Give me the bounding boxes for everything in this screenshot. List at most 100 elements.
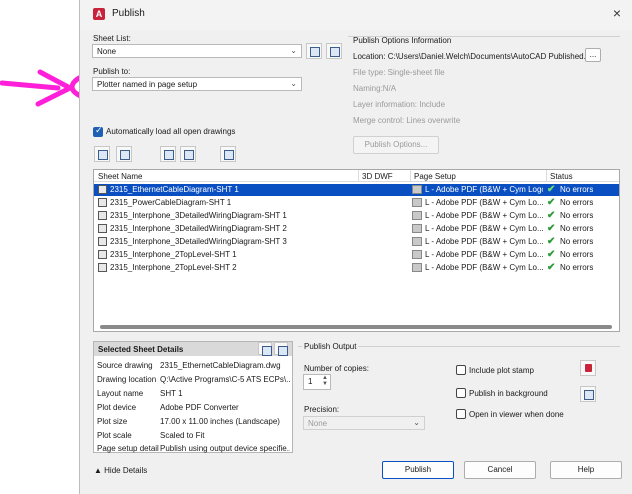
auto-load-checkbox[interactable] (93, 125, 103, 137)
move-sheet-up-icon[interactable] (160, 146, 176, 162)
detail-label: Layout name (97, 389, 144, 398)
naming-text: Naming:N/A (353, 84, 397, 93)
sheet-name-cell: 2315_Interphone_2TopLevel-SHT 1 (110, 250, 237, 259)
include-plot-stamp-checkbox[interactable] (456, 365, 466, 375)
detail-label: Plot scale (97, 431, 132, 440)
sheet-list-select[interactable]: None ⌄ (92, 44, 302, 58)
title-bar: A Publish × (80, 0, 632, 30)
page-setup-cell[interactable]: L - Adobe PDF (B&W + Cym Logo (425, 185, 543, 194)
hide-details-toggle[interactable]: ▲ Hide Details (94, 466, 147, 475)
printer-icon (412, 224, 422, 233)
selected-sheet-details: Selected Sheet Details Source drawing 23… (93, 341, 293, 453)
autocad-app-icon: A (93, 8, 105, 20)
detail-value: Adobe PDF Converter (160, 403, 239, 412)
status-cell: No errors (560, 185, 594, 194)
col-status[interactable]: Status (550, 172, 573, 181)
printer-icon (412, 237, 422, 246)
layer-information-text: Layer information: Include (353, 100, 446, 109)
sheet-icon (98, 263, 107, 272)
precision-label: Precision: (304, 405, 340, 414)
sheets-table: Sheet Name 3D DWF Page Setup Status 2315… (93, 169, 620, 332)
publish-to-label: Publish to: (93, 67, 131, 76)
printer-icon (412, 185, 422, 194)
file-type-text: File type: Single-sheet file (353, 68, 445, 77)
load-sheet-list-icon[interactable] (306, 43, 322, 59)
details-expand-icon[interactable] (274, 342, 288, 356)
copies-spinner[interactable]: 1 ▲ ▼ (303, 374, 331, 390)
column-divider (410, 170, 411, 182)
close-icon[interactable]: × (613, 5, 621, 21)
copies-label: Number of copies: (304, 364, 369, 373)
remove-sheets-icon[interactable] (116, 146, 132, 162)
chevron-down-icon: ⌄ (290, 79, 297, 88)
sheet-list-value: None (97, 47, 117, 56)
sheet-name-cell: 2315_Interphone_3DetailedWiringDiagram-S… (110, 237, 287, 246)
detail-value: Scaled to Fit (160, 431, 205, 440)
page-setup-cell[interactable]: L - Adobe PDF (B&W + Cym Lo... (425, 250, 543, 259)
page-setup-cell[interactable]: L - Adobe PDF (B&W + Cym Lo... (425, 211, 543, 220)
status-cell: No errors (560, 211, 594, 220)
column-divider (358, 170, 359, 182)
page-setup-cell[interactable]: L - Adobe PDF (B&W + Cym Lo... (425, 263, 543, 272)
check-icon: ✔ (547, 249, 556, 260)
sheet-icon (98, 237, 107, 246)
cancel-button[interactable]: Cancel (464, 461, 536, 479)
background-settings-icon[interactable] (580, 386, 596, 402)
location-text: Location: C:\Users\Daniel.Welch\Document… (353, 52, 591, 61)
location-browse-button[interactable]: ... (585, 48, 601, 62)
precision-select[interactable]: None ⌄ (303, 416, 425, 430)
table-row[interactable]: 2315_Interphone_3DetailedWiringDiagram-S… (94, 236, 619, 248)
check-icon: ✔ (547, 223, 556, 234)
check-icon: ✔ (547, 236, 556, 247)
table-header: Sheet Name 3D DWF Page Setup Status (94, 170, 619, 182)
publish-to-select[interactable]: Plotter named in page setup ⌄ (92, 77, 302, 91)
publish-output-title: Publish Output (302, 342, 359, 351)
sheet-name-cell: 2315_Interphone_3DetailedWiringDiagram-S… (110, 224, 287, 233)
move-sheet-down-icon[interactable] (180, 146, 196, 162)
col-3d-dwf[interactable]: 3D DWF (362, 172, 393, 181)
publish-button[interactable]: Publish (382, 461, 454, 479)
open-viewer-checkbox[interactable] (456, 409, 466, 419)
detail-label: Plot size (97, 417, 128, 426)
detail-value: Q:\Active Programs\C-5 ATS ECPs\... (160, 375, 290, 384)
detail-value: 2315_EthernetCableDiagram.dwg (160, 361, 281, 370)
status-cell: No errors (560, 263, 594, 272)
open-viewer-label: Open in viewer when done (469, 410, 564, 419)
save-sheet-list-icon[interactable] (326, 43, 342, 59)
table-row[interactable]: 2315_Interphone_2TopLevel-SHT 1 L - Adob… (94, 249, 619, 261)
col-page-setup[interactable]: Page Setup (414, 172, 456, 181)
help-button[interactable]: Help (550, 461, 622, 479)
detail-label: Plot device (97, 403, 137, 412)
chevron-down-icon: ⌄ (290, 46, 297, 55)
col-sheet-name[interactable]: Sheet Name (98, 172, 142, 181)
printer-icon (412, 250, 422, 259)
sheet-icon (98, 211, 107, 220)
page-setup-cell[interactable]: L - Adobe PDF (B&W + Cym Lo... (425, 198, 543, 207)
sheet-name-cell: 2315_PowerCableDiagram-SHT 1 (110, 198, 232, 207)
window-title: Publish (112, 8, 145, 19)
add-sheets-icon[interactable] (94, 146, 110, 162)
sheet-icon (98, 185, 107, 194)
table-row[interactable]: 2315_Interphone_2TopLevel-SHT 2 L - Adob… (94, 262, 619, 274)
page-setup-cell[interactable]: L - Adobe PDF (B&W + Cym Lo... (425, 237, 543, 246)
precision-value: None (308, 419, 328, 428)
page-setup-cell[interactable]: L - Adobe PDF (B&W + Cym Lo... (425, 224, 543, 233)
publish-options-title: Publish Options Information (353, 36, 452, 45)
horizontal-scrollbar[interactable] (100, 325, 612, 329)
table-row[interactable]: 2315_Interphone_3DetailedWiringDiagram-S… (94, 210, 619, 222)
plot-stamp-settings-icon[interactable] (580, 360, 596, 376)
printer-icon (412, 263, 422, 272)
table-row[interactable]: 2315_Interphone_3DetailedWiringDiagram-S… (94, 223, 619, 235)
status-cell: No errors (560, 237, 594, 246)
publish-background-checkbox[interactable] (456, 388, 466, 398)
hide-details-label: Hide Details (104, 466, 148, 475)
table-row[interactable]: 2315_PowerCableDiagram-SHT 1 L - Adobe P… (94, 197, 619, 209)
spin-arrows-icon[interactable]: ▲ ▼ (322, 375, 328, 387)
sheet-icon (98, 198, 107, 207)
detail-label: Page setup detail (97, 444, 159, 453)
merge-control-text: Merge control: Lines overwrite (353, 116, 461, 125)
details-collapse-icon[interactable] (258, 342, 272, 356)
publish-options-button[interactable]: Publish Options... (353, 136, 439, 154)
table-row[interactable]: 2315_EthernetCableDiagram-SHT 1 L - Adob… (94, 184, 619, 196)
preview-icon[interactable] (220, 146, 236, 162)
